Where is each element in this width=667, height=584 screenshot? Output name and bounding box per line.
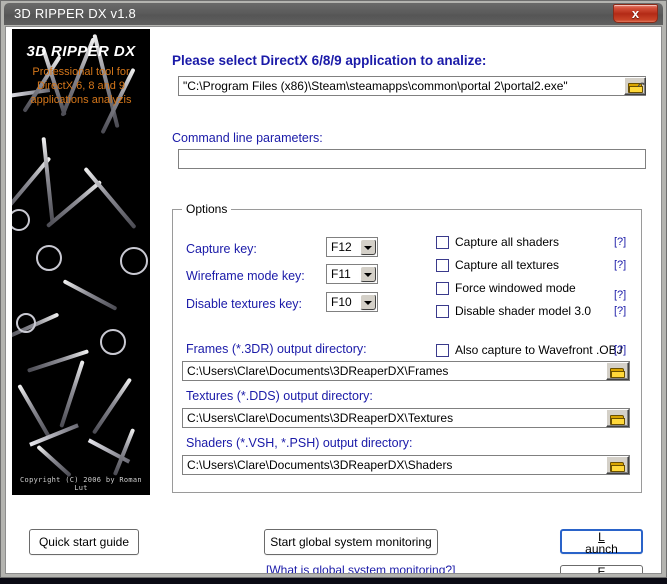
frames-dir-input[interactable]: C:\Users\Clare\Documents\3DReaperDX\Fram… bbox=[182, 361, 630, 381]
banner-art-shape bbox=[36, 444, 72, 478]
capture-key-label: Capture key: bbox=[186, 242, 257, 256]
launch-suffix: aunch bbox=[585, 542, 618, 556]
product-banner: 3D RIPPER DX Professional tool for Direc… bbox=[12, 29, 150, 495]
banner-art-shape bbox=[45, 179, 103, 229]
launch-button[interactable]: Launch bbox=[560, 529, 643, 555]
banner-art-shape bbox=[12, 209, 30, 231]
disable-textures-key-value: F10 bbox=[331, 295, 352, 309]
arrow-glyph bbox=[638, 82, 645, 87]
force-windowed-mode-help-link[interactable]: [?] bbox=[614, 289, 626, 301]
banner-art-shape bbox=[17, 384, 51, 438]
wireframe-key-select[interactable]: F11 bbox=[326, 264, 378, 284]
capture-all-shaders-checkbox[interactable] bbox=[436, 236, 449, 249]
banner-art-shape bbox=[83, 166, 137, 230]
capture-all-shaders-help-link[interactable]: [?] bbox=[614, 236, 626, 248]
shaders-dir-label: Shaders (*.VSH, *.PSH) output directory: bbox=[186, 436, 413, 450]
app-select-heading: Please select DirectX 6/8/9 application … bbox=[172, 53, 487, 68]
banner-subtitle-line-3: applications analyzis bbox=[30, 94, 132, 106]
disable-textures-key-select[interactable]: F10 bbox=[326, 292, 378, 312]
footer-bar: Quick start guide Start global system mo… bbox=[6, 497, 661, 573]
banner-subtitle: Professional tool for DirectX 6, 8 and 9… bbox=[18, 65, 144, 107]
banner-art-shape bbox=[29, 423, 79, 447]
wavefront-obj-help-link[interactable]: [?] bbox=[614, 344, 626, 356]
banner-art-shape bbox=[91, 377, 133, 435]
textures-dir-label: Textures (*.DDS) output directory: bbox=[186, 389, 373, 403]
capture-key-value: F12 bbox=[331, 240, 352, 254]
exit-button[interactable]: Exit bbox=[560, 565, 643, 574]
banner-art-shape bbox=[59, 360, 85, 428]
banner-subtitle-line-1: Professional tool for bbox=[32, 66, 130, 78]
title-bar: 3D RIPPER DX v1.8 x bbox=[4, 3, 663, 25]
what-is-global-monitoring-link[interactable]: [What is global system monitoring?] bbox=[266, 563, 455, 573]
banner-art-shape bbox=[41, 137, 55, 223]
window-title: 3D RIPPER DX v1.8 bbox=[14, 6, 136, 21]
shaders-dir-browse-button[interactable] bbox=[606, 456, 629, 474]
disable-shader-model-help-link[interactable]: [?] bbox=[614, 305, 626, 317]
disable-shader-model-checkbox[interactable] bbox=[436, 305, 449, 318]
disable-textures-key-label: Disable textures key: bbox=[186, 297, 303, 311]
wireframe-key-value: F11 bbox=[331, 267, 351, 281]
shaders-dir-input[interactable]: C:\Users\Clare\Documents\3DReaperDX\Shad… bbox=[182, 455, 630, 475]
app-window: 3D RIPPER DX v1.8 x 3D RIPPER DX Profess… bbox=[0, 0, 667, 578]
options-legend: Options bbox=[182, 202, 232, 216]
capture-all-textures-help-link[interactable]: [?] bbox=[614, 259, 626, 271]
app-path-input[interactable]: "C:\Program Files (x86)\Steam\steamapps\… bbox=[178, 76, 646, 96]
chevron-down-icon[interactable] bbox=[360, 294, 376, 310]
form-pane: Please select DirectX 6/8/9 application … bbox=[156, 27, 661, 573]
open-folder-icon bbox=[628, 82, 645, 93]
app-path-browse-button[interactable] bbox=[624, 77, 646, 95]
banner-art-shape bbox=[16, 313, 36, 333]
banner-art-shape bbox=[36, 245, 62, 271]
capture-all-textures-label: Capture all textures bbox=[455, 258, 560, 272]
wireframe-key-label: Wireframe mode key: bbox=[186, 269, 305, 283]
banner-subtitle-line-2: DirectX 6, 8 and 9 bbox=[36, 80, 126, 92]
exit-button-label: Exit bbox=[561, 565, 642, 574]
capture-all-textures-checkbox[interactable] bbox=[436, 259, 449, 272]
textures-dir-browse-button[interactable] bbox=[606, 409, 629, 427]
force-windowed-mode-label: Force windowed mode bbox=[455, 281, 576, 295]
frames-dir-browse-button[interactable] bbox=[606, 362, 629, 380]
close-icon[interactable]: x bbox=[613, 4, 658, 23]
quick-start-guide-button[interactable]: Quick start guide bbox=[29, 529, 139, 555]
start-global-monitoring-button[interactable]: Start global system monitoring bbox=[264, 529, 438, 555]
folder-icon bbox=[610, 462, 625, 472]
folder-icon bbox=[610, 368, 625, 378]
folder-icon bbox=[610, 415, 625, 425]
chevron-down-icon[interactable] bbox=[360, 239, 376, 255]
launch-button-label: Launch bbox=[562, 531, 641, 555]
command-line-input[interactable] bbox=[178, 149, 646, 169]
client-area: 3D RIPPER DX Professional tool for Direc… bbox=[5, 26, 662, 574]
wavefront-obj-checkbox[interactable] bbox=[436, 344, 449, 357]
wavefront-obj-label: Also capture to Wavefront .OBJ bbox=[455, 343, 623, 357]
banner-title: 3D RIPPER DX bbox=[26, 43, 136, 60]
banner-art-shape bbox=[100, 329, 126, 355]
capture-key-select[interactable]: F12 bbox=[326, 237, 378, 257]
banner-art-shape bbox=[120, 247, 148, 275]
capture-all-shaders-label: Capture all shaders bbox=[455, 235, 560, 249]
exit-prefix: E bbox=[597, 565, 606, 574]
command-line-label: Command line parameters: bbox=[172, 131, 323, 145]
textures-dir-input[interactable]: C:\Users\Clare\Documents\3DReaperDX\Text… bbox=[182, 408, 630, 428]
copyright-text: Copyright (C) 2006 by Roman Lut bbox=[20, 476, 142, 492]
frames-dir-label: Frames (*.3DR) output directory: bbox=[186, 342, 367, 356]
banner-art-shape bbox=[62, 279, 118, 311]
force-windowed-mode-checkbox[interactable] bbox=[436, 282, 449, 295]
disable-shader-model-label: Disable shader model 3.0 bbox=[455, 304, 592, 318]
chevron-down-icon[interactable] bbox=[360, 266, 376, 282]
